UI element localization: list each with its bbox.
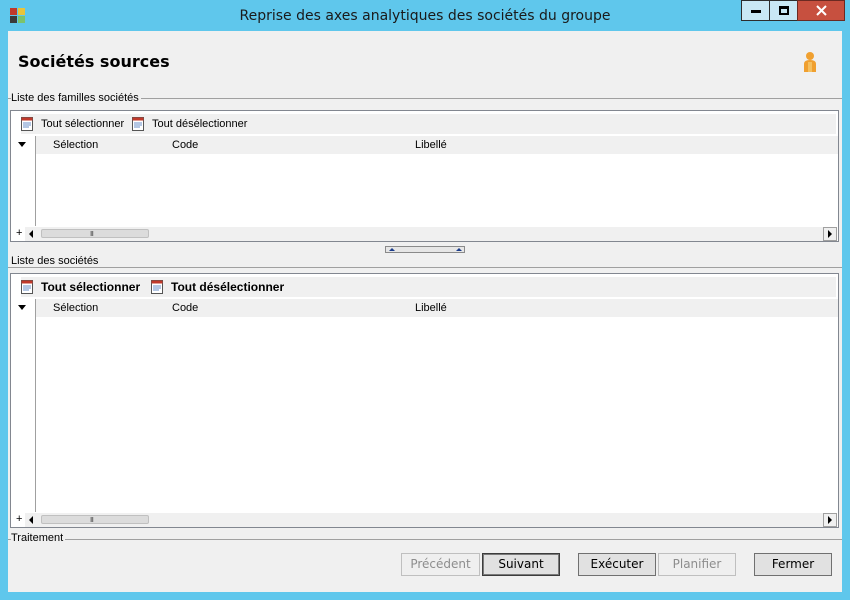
schedule-button[interactable]: Planifier (658, 553, 736, 576)
minimize-icon (751, 10, 761, 13)
row-menu-arrow-icon[interactable] (18, 142, 26, 147)
document-icon (21, 280, 33, 294)
panel-splitter[interactable] (385, 246, 465, 253)
page-title: Sociétés sources (18, 52, 170, 71)
column-header-code[interactable]: Code (172, 139, 198, 151)
families-group-label: Liste des familles sociétés (11, 92, 141, 104)
companies-grid: Tout sélectionner Tout désélectionner Sé… (10, 273, 839, 528)
companies-deselect-all-button[interactable]: Tout désélectionner (151, 278, 284, 296)
companies-deselect-all-label: Tout désélectionner (171, 280, 285, 294)
families-deselect-all-button[interactable]: Tout désélectionner (132, 115, 247, 133)
companies-scroll-thumb[interactable]: III (41, 515, 149, 524)
main-window: Reprise des axes analytiques des société… (0, 0, 850, 600)
scroll-left-icon[interactable] (29, 516, 33, 524)
previous-button[interactable]: Précédent (401, 553, 480, 576)
row-menu-arrow-icon[interactable] (18, 305, 26, 310)
maximize-icon (779, 6, 789, 15)
treatment-group-line (8, 539, 842, 540)
families-toolbar: Tout sélectionner Tout désélectionner (21, 114, 836, 134)
maximize-button[interactable] (769, 0, 798, 21)
column-header-label[interactable]: Libellé (415, 302, 447, 314)
column-header-selection[interactable]: Sélection (53, 139, 98, 151)
families-row-indicator[interactable] (11, 136, 36, 226)
document-icon (132, 117, 144, 131)
families-select-all-button[interactable]: Tout sélectionner (21, 115, 124, 133)
families-scroll-thumb[interactable]: III (41, 229, 149, 238)
close-button[interactable]: Fermer (754, 553, 832, 576)
families-horizontal-scrollbar[interactable]: III (25, 227, 825, 241)
title-bar[interactable]: Reprise des axes analytiques des société… (0, 0, 850, 31)
document-icon (21, 117, 33, 131)
column-header-code[interactable]: Code (172, 302, 198, 314)
companies-select-all-button[interactable]: Tout sélectionner (21, 278, 140, 296)
splitter-up-icon (389, 248, 395, 251)
column-header-label[interactable]: Libellé (415, 139, 447, 151)
companies-group-label: Liste des sociétés (11, 255, 101, 267)
companies-grid-body[interactable] (37, 317, 838, 512)
splitter-up-icon (456, 248, 462, 251)
families-select-all-label: Tout sélectionner (41, 118, 125, 130)
execute-button[interactable]: Exécuter (578, 553, 656, 576)
window-title: Reprise des axes analytiques des société… (239, 8, 611, 24)
companies-horizontal-scrollbar[interactable]: III (25, 513, 825, 527)
scroll-right-icon (828, 230, 832, 238)
companies-grid-header: Sélection Code Libellé (11, 299, 838, 317)
companies-scroll-right-button[interactable] (823, 513, 837, 527)
companies-select-all-label: Tout sélectionner (41, 280, 141, 294)
companies-row-indicator[interactable] (11, 299, 36, 512)
families-scroll-right-button[interactable] (823, 227, 837, 241)
close-window-button[interactable] (797, 0, 845, 21)
companies-group-line (8, 267, 842, 268)
families-grid-header: Sélection Code Libellé (11, 136, 838, 154)
scroll-right-icon (828, 516, 832, 524)
companies-add-button[interactable]: + (16, 513, 22, 525)
close-icon (816, 5, 827, 16)
families-grid: Tout sélectionner Tout désélectionner Sé… (10, 110, 839, 242)
minimize-button[interactable] (741, 0, 770, 21)
next-button[interactable]: Suivant (482, 553, 560, 576)
dialog-client-area: Sociétés sources Liste des familles soci… (8, 31, 842, 592)
families-grid-body[interactable] (37, 154, 838, 226)
column-header-selection[interactable]: Sélection (53, 302, 98, 314)
companies-toolbar: Tout sélectionner Tout désélectionner (21, 277, 836, 297)
families-add-button[interactable]: + (16, 227, 22, 239)
scroll-left-icon[interactable] (29, 230, 33, 238)
document-icon (151, 280, 163, 294)
families-deselect-all-label: Tout désélectionner (152, 118, 248, 130)
user-icon (804, 52, 816, 72)
treatment-group-label: Traitement (11, 532, 66, 544)
